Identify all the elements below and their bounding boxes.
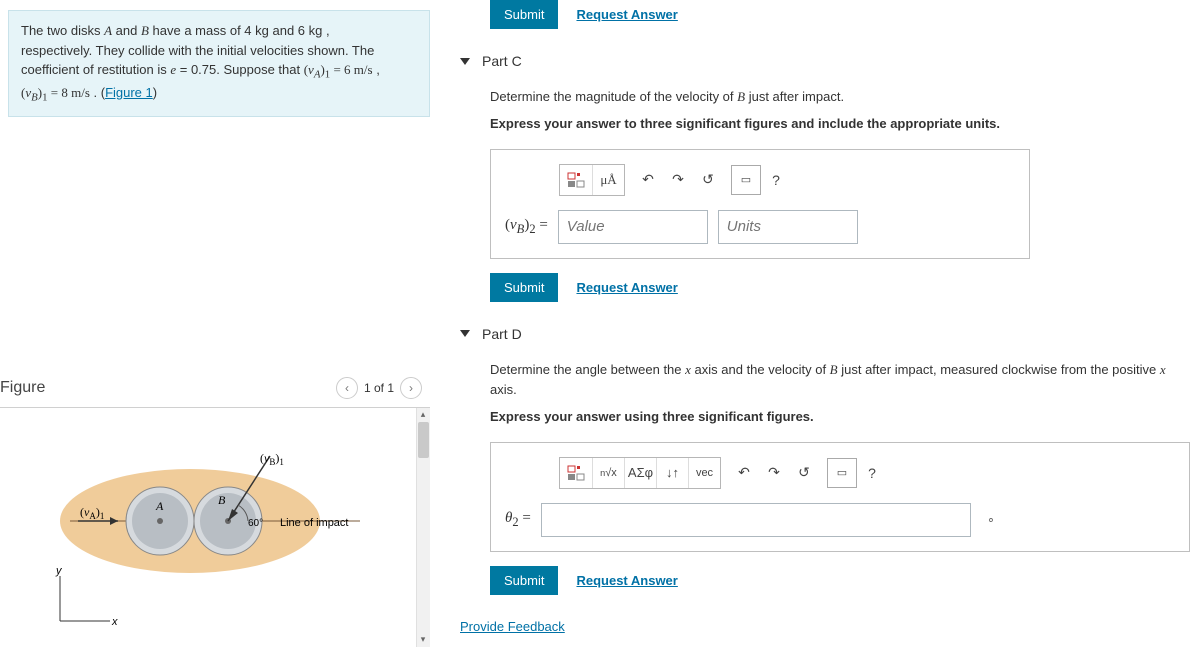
- svg-text:60°: 60°: [248, 518, 263, 529]
- part-c-instr2: Express your answer to three significant…: [490, 114, 1190, 135]
- part-d-instr2: Express your answer using three signific…: [490, 407, 1190, 428]
- part-d-submit-button[interactable]: Submit: [490, 566, 558, 595]
- collision-diagram: (vA)1 (vB)1 A B 60° Line of impact y x: [10, 426, 390, 636]
- part-d-toggle[interactable]: [460, 330, 470, 337]
- svg-text:y: y: [55, 565, 63, 577]
- keyboard-button[interactable]: ▭: [731, 165, 761, 195]
- part-c-toggle[interactable]: [460, 58, 470, 65]
- part-c-submit-button[interactable]: Submit: [490, 273, 558, 302]
- part-d-value-input[interactable]: [541, 503, 971, 537]
- reset-button[interactable]: ↺: [693, 165, 723, 195]
- pager-label: 1 of 1: [364, 381, 394, 395]
- units-mu-a-button[interactable]: μÅ: [592, 165, 624, 195]
- part-c-instr1: Determine the magnitude of the velocity …: [490, 87, 1190, 108]
- greek-button[interactable]: ΑΣφ: [624, 458, 656, 488]
- part-d-label: Part D: [482, 326, 522, 342]
- part-c-eq-label: (vB)2 =: [505, 217, 548, 237]
- part-d-eq-label: θ2 =: [505, 510, 531, 530]
- undo-button[interactable]: ↶: [633, 165, 663, 195]
- part-c-label: Part C: [482, 53, 522, 69]
- help-button-d[interactable]: ?: [857, 458, 887, 488]
- redo-button-d[interactable]: ↷: [759, 458, 789, 488]
- redo-button[interactable]: ↷: [663, 165, 693, 195]
- part-c-answer-frame: μÅ ↶ ↷ ↺ ▭ ? (vB)2 =: [490, 149, 1030, 259]
- svg-text:x: x: [111, 616, 118, 628]
- part-d-request-answer-link[interactable]: Request Answer: [576, 573, 677, 588]
- request-answer-link-top[interactable]: Request Answer: [576, 7, 677, 22]
- part-c-units-input[interactable]: [718, 210, 858, 244]
- help-button[interactable]: ?: [761, 165, 791, 195]
- undo-button-d[interactable]: ↶: [729, 458, 759, 488]
- part-c-value-input[interactable]: [558, 210, 708, 244]
- problem-prompt: The two disks A and B have a mass of 4 k…: [8, 10, 430, 117]
- figure-pager: ‹ 1 of 1 ›: [336, 377, 422, 399]
- templates-button-d[interactable]: [560, 458, 592, 488]
- prompt-text: The two disks: [21, 23, 104, 38]
- figure-scrollbar[interactable]: ▴ ▾: [416, 408, 430, 647]
- templates-button[interactable]: [560, 165, 592, 195]
- pager-prev-button[interactable]: ‹: [336, 377, 358, 399]
- scroll-down-icon[interactable]: ▾: [416, 633, 430, 647]
- figure-link[interactable]: Figure 1: [105, 85, 153, 100]
- figure-title: Figure: [0, 379, 45, 397]
- scroll-thumb[interactable]: [418, 422, 429, 458]
- degree-symbol: ∘: [987, 512, 995, 528]
- vec-button[interactable]: vec: [688, 458, 720, 488]
- pager-next-button[interactable]: ›: [400, 377, 422, 399]
- keyboard-button-d[interactable]: ▭: [827, 458, 857, 488]
- reset-button-d[interactable]: ↺: [789, 458, 819, 488]
- scroll-up-icon[interactable]: ▴: [416, 408, 430, 422]
- svg-text:B: B: [218, 493, 226, 507]
- part-d-answer-frame: n√x ΑΣφ ↓↑ vec ↶ ↷ ↺ ▭ ? θ2 = ∘: [490, 442, 1190, 552]
- updown-button[interactable]: ↓↑: [656, 458, 688, 488]
- sqrt-button[interactable]: n√x: [592, 458, 624, 488]
- submit-button-top[interactable]: Submit: [490, 0, 558, 29]
- svg-text:(vB)1: (vB)1: [260, 451, 284, 467]
- provide-feedback-link[interactable]: Provide Feedback: [460, 619, 565, 634]
- part-c-request-answer-link[interactable]: Request Answer: [576, 280, 677, 295]
- svg-text:Line of impact: Line of impact: [280, 517, 348, 529]
- svg-text:A: A: [155, 499, 164, 513]
- figure-body: (vA)1 (vB)1 A B 60° Line of impact y x ▴…: [0, 407, 430, 647]
- part-d-instr1: Determine the angle between the x axis a…: [490, 360, 1190, 402]
